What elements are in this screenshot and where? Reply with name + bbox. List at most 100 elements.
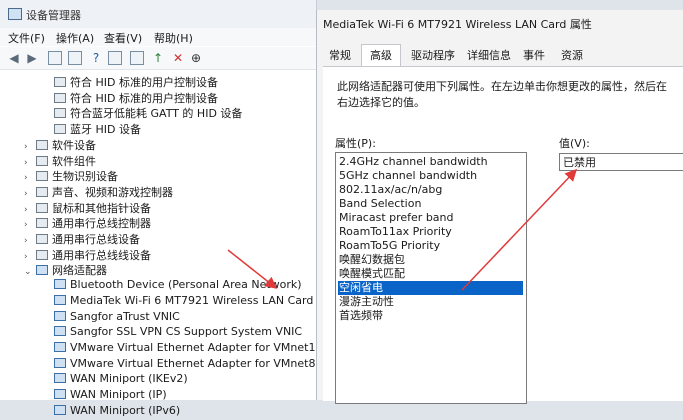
- expand-chevron-icon[interactable]: ›: [24, 189, 36, 199]
- tab-advanced[interactable]: 高级: [361, 44, 401, 67]
- view-icon[interactable]: [108, 51, 122, 65]
- network-icon: [54, 294, 66, 305]
- expand-chevron-icon[interactable]: ›: [24, 252, 36, 262]
- network-icon: [54, 326, 66, 337]
- device-icon: [54, 124, 66, 135]
- properties-icon[interactable]: [48, 51, 62, 65]
- tree-item[interactable]: 符合 HID 标准的用户控制设备: [54, 74, 218, 90]
- tree-item-label: 蓝牙 HID 设备: [70, 123, 141, 137]
- tree-item-label: 软件组件: [52, 154, 96, 168]
- device-icon: [36, 155, 48, 166]
- tree-item-label: Sangfor SSL VPN CS Support System VNIC: [70, 325, 303, 339]
- expand-chevron-icon[interactable]: ›: [24, 173, 36, 183]
- device-manager-titlebar: 设备管理器: [0, 0, 316, 28]
- tree-item-label: WAN Miniport (IP): [70, 388, 167, 401]
- tab-strip: 常规 高级 驱动程序 详细信息 事件 资源: [317, 44, 683, 67]
- expand-chevron-icon[interactable]: ›: [24, 142, 36, 152]
- show-hide-tree-icon[interactable]: [68, 51, 82, 65]
- property-list-item[interactable]: Band Selection: [338, 197, 523, 211]
- help-icon[interactable]: ?: [88, 50, 104, 66]
- tree-item[interactable]: 符合蓝牙低能耗 GATT 的 HID 设备: [54, 105, 242, 121]
- expand-chevron-icon[interactable]: ›: [24, 220, 36, 230]
- tree-item[interactable]: Sangfor aTrust VNIC: [54, 310, 180, 326]
- expand-chevron-icon[interactable]: ⌄: [24, 267, 36, 277]
- property-list-item[interactable]: 802.11ax/ac/n/abg: [338, 183, 523, 197]
- tab-general[interactable]: 常规: [325, 47, 355, 65]
- tree-item[interactable]: 符合 HID 标准的用户控制设备: [54, 90, 218, 106]
- tree-item-label: 网络适配器: [52, 264, 107, 278]
- property-list-item[interactable]: 漫游主动性: [338, 295, 523, 309]
- property-list-item[interactable]: 2.4GHz channel bandwidth: [338, 155, 523, 169]
- update-driver-icon[interactable]: ↑: [150, 50, 166, 66]
- tree-item[interactable]: › 软件设备: [24, 137, 96, 153]
- tab-details[interactable]: 详细信息: [463, 47, 515, 65]
- tree-item[interactable]: › 通用串行总线设备: [24, 231, 140, 247]
- menu-file[interactable]: 文件(F): [8, 30, 45, 46]
- property-label: 属性(P):: [335, 137, 376, 150]
- tree-item-label: WAN Miniport (IKEv2): [70, 372, 188, 386]
- value-field[interactable]: 已禁用: [559, 153, 683, 171]
- network-icon: [54, 389, 66, 399]
- tree-item[interactable]: MediaTek Wi-Fi 6 MT7921 Wireless LAN Car…: [54, 294, 313, 310]
- property-list-item[interactable]: 5GHz channel bandwidth: [338, 169, 523, 183]
- tree-item[interactable]: › 通用串行总线线设备: [24, 247, 151, 263]
- device-tree: 符合 HID 标准的用户控制设备 符合 HID 标准的用户控制设备 符合蓝牙低能耗 …: [0, 70, 316, 417]
- tree-item[interactable]: VMware Virtual Ethernet Adapter for VMne…: [54, 341, 315, 357]
- menu-action[interactable]: 操作(A): [56, 30, 94, 46]
- tree-item-label: 软件设备: [52, 138, 96, 152]
- tree-item[interactable]: ⌄ 网络适配器: [24, 262, 107, 278]
- tree-item-label: 通用串行总线控制器: [52, 217, 151, 231]
- tree-item[interactable]: Sangfor SSL VPN CS Support System VNIC: [54, 325, 302, 341]
- tree-item[interactable]: 蓝牙 HID 设备: [54, 121, 141, 137]
- tree-item[interactable]: Bluetooth Device (Personal Area Network): [54, 278, 302, 294]
- tree-item-label: WAN Miniport (IPv6): [70, 403, 181, 417]
- network-icon: [54, 279, 66, 290]
- network-icon: [54, 404, 66, 415]
- forward-icon[interactable]: ▶: [24, 50, 40, 66]
- tree-item[interactable]: VMware Virtual Ethernet Adapter for VMne…: [54, 357, 315, 373]
- toolbar: ◀ ▶ ? ↑ ✕ ⊕: [0, 47, 316, 70]
- tab-resources[interactable]: 资源: [557, 47, 587, 65]
- tab-events[interactable]: 事件: [519, 47, 549, 65]
- expand-chevron-icon[interactable]: ›: [24, 236, 36, 246]
- property-list-item[interactable]: RoamTo5G Priority: [338, 239, 523, 253]
- tree-item[interactable]: › 生物识别设备: [24, 168, 118, 184]
- device-icon: [36, 202, 48, 213]
- property-list-item[interactable]: 首选频带: [338, 309, 523, 323]
- tree-item[interactable]: › 通用串行总线控制器: [24, 215, 151, 231]
- tree-item[interactable]: WAN Miniport (IPv6): [54, 404, 180, 420]
- tree-item[interactable]: WAN Miniport (IP): [54, 388, 167, 404]
- tree-item-label: VMware Virtual Ethernet Adapter for VMne…: [70, 356, 316, 370]
- menu-view[interactable]: 查看(V): [104, 30, 142, 46]
- property-list[interactable]: 2.4GHz channel bandwidth 5GHz channel ban…: [335, 152, 527, 404]
- tree-item[interactable]: › 声音、视频和游戏控制器: [24, 184, 173, 200]
- device-icon: [54, 92, 66, 103]
- property-list-item[interactable]: 唤醒模式匹配: [338, 267, 523, 281]
- device-icon: [36, 218, 48, 229]
- expand-chevron-icon[interactable]: ›: [24, 205, 36, 215]
- scan-hardware-icon[interactable]: [130, 51, 144, 65]
- back-icon[interactable]: ◀: [6, 50, 22, 66]
- tab-driver[interactable]: 驱动程序: [407, 47, 459, 65]
- device-icon: [36, 234, 48, 244]
- device-icon: [36, 139, 48, 150]
- property-list-item[interactable]: 唤醒幻数据包: [338, 253, 523, 267]
- uninstall-icon[interactable]: ✕: [170, 50, 186, 66]
- device-icon: [36, 186, 48, 197]
- tree-item-label: 声音、视频和游戏控制器: [52, 185, 173, 199]
- property-list-item[interactable]: 空闲省电: [338, 281, 523, 295]
- tree-item-label: 通用串行总线线设备: [52, 248, 151, 262]
- property-list-item[interactable]: RoamTo11ax Priority: [338, 225, 523, 239]
- disable-icon[interactable]: ⊕: [188, 50, 204, 66]
- tree-item-label: VMware Virtual Ethernet Adapter for VMne…: [70, 340, 316, 354]
- expand-chevron-icon[interactable]: ›: [24, 158, 36, 168]
- tree-item-label: Sangfor aTrust VNIC: [70, 309, 180, 323]
- menu-help[interactable]: 帮助(H): [154, 30, 193, 46]
- tree-item[interactable]: › 鼠标和其他指针设备: [24, 200, 151, 216]
- dialog-title: MediaTek Wi-Fi 6 MT7921 Wireless LAN Car…: [323, 18, 592, 31]
- property-list-item[interactable]: Miracast prefer band: [338, 211, 523, 225]
- tree-item[interactable]: WAN Miniport (IKEv2): [54, 372, 188, 388]
- tree-item[interactable]: › 软件组件: [24, 153, 96, 169]
- advanced-pane: 此网络适配器可使用下列属性。在左边单击你想更改的属性，然后在右边选择它的值。 属…: [323, 66, 683, 404]
- tree-item-label: 通用串行总线设备: [52, 233, 140, 246]
